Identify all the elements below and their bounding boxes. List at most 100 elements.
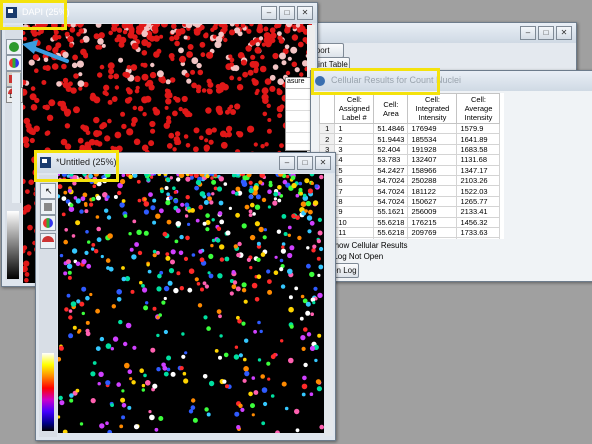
minimize-button[interactable]: – bbox=[261, 6, 277, 20]
table-cell: 55.6218 bbox=[373, 237, 409, 239]
table-cell: 2 bbox=[334, 133, 375, 145]
untitled-window-controls: – □ ✕ bbox=[279, 156, 331, 170]
table-cell: 55.1621 bbox=[373, 206, 409, 218]
app-icon bbox=[40, 157, 51, 168]
untitled-window-title: *Untitled (25%) bbox=[56, 157, 117, 167]
table-cell: 2103.26 bbox=[456, 174, 501, 187]
minimize-button[interactable]: – bbox=[520, 26, 536, 40]
maximize-button[interactable]: □ bbox=[279, 6, 295, 20]
table-row[interactable]: 121255.62181232971018.99 bbox=[319, 237, 501, 239]
column-header[interactable]: Cell: Assigned Label # bbox=[334, 93, 375, 124]
table-row[interactable]: 111155.62182097691733.63 bbox=[319, 226, 501, 239]
column-header[interactable]: Cell: Average Intensity bbox=[456, 93, 501, 124]
table-cell: 1579.9 bbox=[456, 122, 501, 135]
maximize-button[interactable]: □ bbox=[538, 26, 554, 40]
table-row[interactable]: 3 3 52.404 191928 1683.58 bbox=[319, 143, 501, 156]
table-row[interactable]: 9955.16212560092133.41 bbox=[319, 206, 501, 218]
table-cell: 1456.32 bbox=[456, 216, 501, 228]
table-cell: 12 bbox=[334, 237, 375, 239]
minimize-button[interactable]: – bbox=[279, 156, 295, 170]
table-cell: 1265.77 bbox=[456, 195, 501, 208]
zoom-level-icon[interactable] bbox=[40, 233, 56, 249]
untitled-image-canvas[interactable] bbox=[58, 174, 324, 433]
table-cell: 181122 bbox=[407, 185, 458, 197]
labeled-nuclei-image bbox=[58, 174, 324, 433]
table-cell: 54.2427 bbox=[373, 164, 409, 176]
column-header[interactable]: Cell: Area bbox=[373, 93, 409, 124]
close-button[interactable]: ✕ bbox=[315, 156, 331, 170]
table-cell: 1522.03 bbox=[456, 185, 501, 197]
table-cell: 256009 bbox=[407, 206, 458, 218]
table-cell: 7 bbox=[334, 185, 375, 197]
table-row[interactable]: 1 1 51.4846 176949 1579.9 bbox=[319, 122, 501, 135]
table-row[interactable]: 5554.24271589661347.17 bbox=[319, 164, 501, 176]
color-lookup-bar bbox=[42, 353, 54, 431]
table-cell: 6 bbox=[334, 174, 375, 187]
untitled-tool-palette: ↖ bbox=[39, 175, 57, 437]
table-cell: 176949 bbox=[407, 122, 458, 135]
table-row[interactable]: 101055.62181762151456.32 bbox=[319, 216, 501, 228]
table-cell: 1683.58 bbox=[456, 143, 501, 156]
dapi-window-titlebar: DAPI (25%) – □ ✕ bbox=[2, 3, 317, 23]
background-table-fragment: asure bbox=[285, 77, 312, 151]
table-cell: 51.4846 bbox=[373, 122, 409, 135]
show-results-label: Show Cellular Results bbox=[329, 241, 408, 250]
tree-icon[interactable] bbox=[6, 39, 22, 55]
table-cell: 11 bbox=[334, 226, 375, 239]
gray-scale-bar bbox=[7, 211, 19, 279]
row-number: 2 bbox=[319, 133, 336, 145]
row-number-header bbox=[319, 93, 336, 124]
results-table: Cell: Assigned Label # Cell: Area Cell: … bbox=[319, 93, 501, 239]
close-button[interactable]: ✕ bbox=[556, 26, 572, 40]
results-window-titlebar: Cellular Results for Count Nuclei bbox=[311, 71, 592, 91]
results-window-title: Cellular Results for Count Nuclei bbox=[331, 75, 462, 85]
table-cell: 8 bbox=[334, 195, 375, 208]
table-cell: 54.7024 bbox=[373, 185, 409, 197]
close-button[interactable]: ✕ bbox=[297, 6, 313, 20]
table-row[interactable]: 6654.70242502882103.26 bbox=[319, 174, 501, 187]
protocol-window-titlebar: – □ ✕ bbox=[284, 23, 576, 43]
table-cell: 1641.89 bbox=[456, 133, 501, 145]
table-cell: 5 bbox=[334, 164, 375, 176]
color-balance-icon[interactable] bbox=[6, 55, 22, 71]
table-cell: 2133.41 bbox=[456, 206, 501, 218]
table-cell: 185534 bbox=[407, 133, 458, 145]
app-icon bbox=[6, 7, 17, 18]
table-cell: 123297 bbox=[407, 237, 458, 239]
untitled-image-window: *Untitled (25%) – □ ✕ ↖ bbox=[35, 152, 336, 441]
table-cell: 4 bbox=[334, 154, 375, 166]
table-cell: 209769 bbox=[407, 226, 458, 239]
table-cell: 54.7024 bbox=[373, 174, 409, 187]
protocol-window-controls: – □ ✕ bbox=[520, 26, 572, 40]
table-row[interactable]: 8854.70241506271265.77 bbox=[319, 195, 501, 208]
table-cell: 51.9443 bbox=[373, 133, 409, 145]
table-row[interactable]: 4453.7831324071131.68 bbox=[319, 154, 501, 166]
maximize-button[interactable]: □ bbox=[297, 156, 313, 170]
protocol-window: – □ ✕ Export Protocol... Print Table bbox=[283, 22, 577, 72]
table-cell: 158966 bbox=[407, 164, 458, 176]
table-row[interactable]: 2 2 51.9443 185534 1641.89 bbox=[319, 133, 501, 145]
table-cell: 54.7024 bbox=[373, 195, 409, 208]
dapi-window-controls: – □ ✕ bbox=[261, 6, 313, 20]
table-cell: 176215 bbox=[407, 216, 458, 228]
pointer-icon[interactable]: ↖ bbox=[40, 183, 56, 199]
table-cell: 9 bbox=[334, 206, 375, 218]
table-cell: 52.404 bbox=[373, 143, 409, 156]
table-cell: 150627 bbox=[407, 195, 458, 208]
results-table-container: Cell: Assigned Label # Cell: Area Cell: … bbox=[319, 93, 504, 239]
table-cell: 10 bbox=[334, 216, 375, 228]
untitled-right-scroll[interactable] bbox=[325, 174, 333, 436]
results-window: Cellular Results for Count Nuclei Cell: … bbox=[310, 70, 592, 282]
color-balance-icon[interactable] bbox=[40, 215, 56, 231]
table-cell: 1 bbox=[334, 122, 375, 135]
region-icon[interactable] bbox=[40, 199, 56, 215]
column-header-fragment: asure bbox=[286, 78, 311, 89]
table-row[interactable]: 7754.70241811221522.03 bbox=[319, 185, 501, 197]
results-table-header: Cell: Assigned Label # Cell: Area Cell: … bbox=[319, 93, 501, 124]
results-app-icon bbox=[315, 76, 325, 86]
table-cell: 1733.63 bbox=[456, 226, 501, 239]
dapi-window-title: DAPI (25%) bbox=[22, 7, 70, 17]
column-header[interactable]: Cell: Integrated Intensity bbox=[407, 93, 458, 124]
table-cell: 55.6218 bbox=[373, 216, 409, 228]
table-cell: 3 bbox=[334, 143, 375, 156]
